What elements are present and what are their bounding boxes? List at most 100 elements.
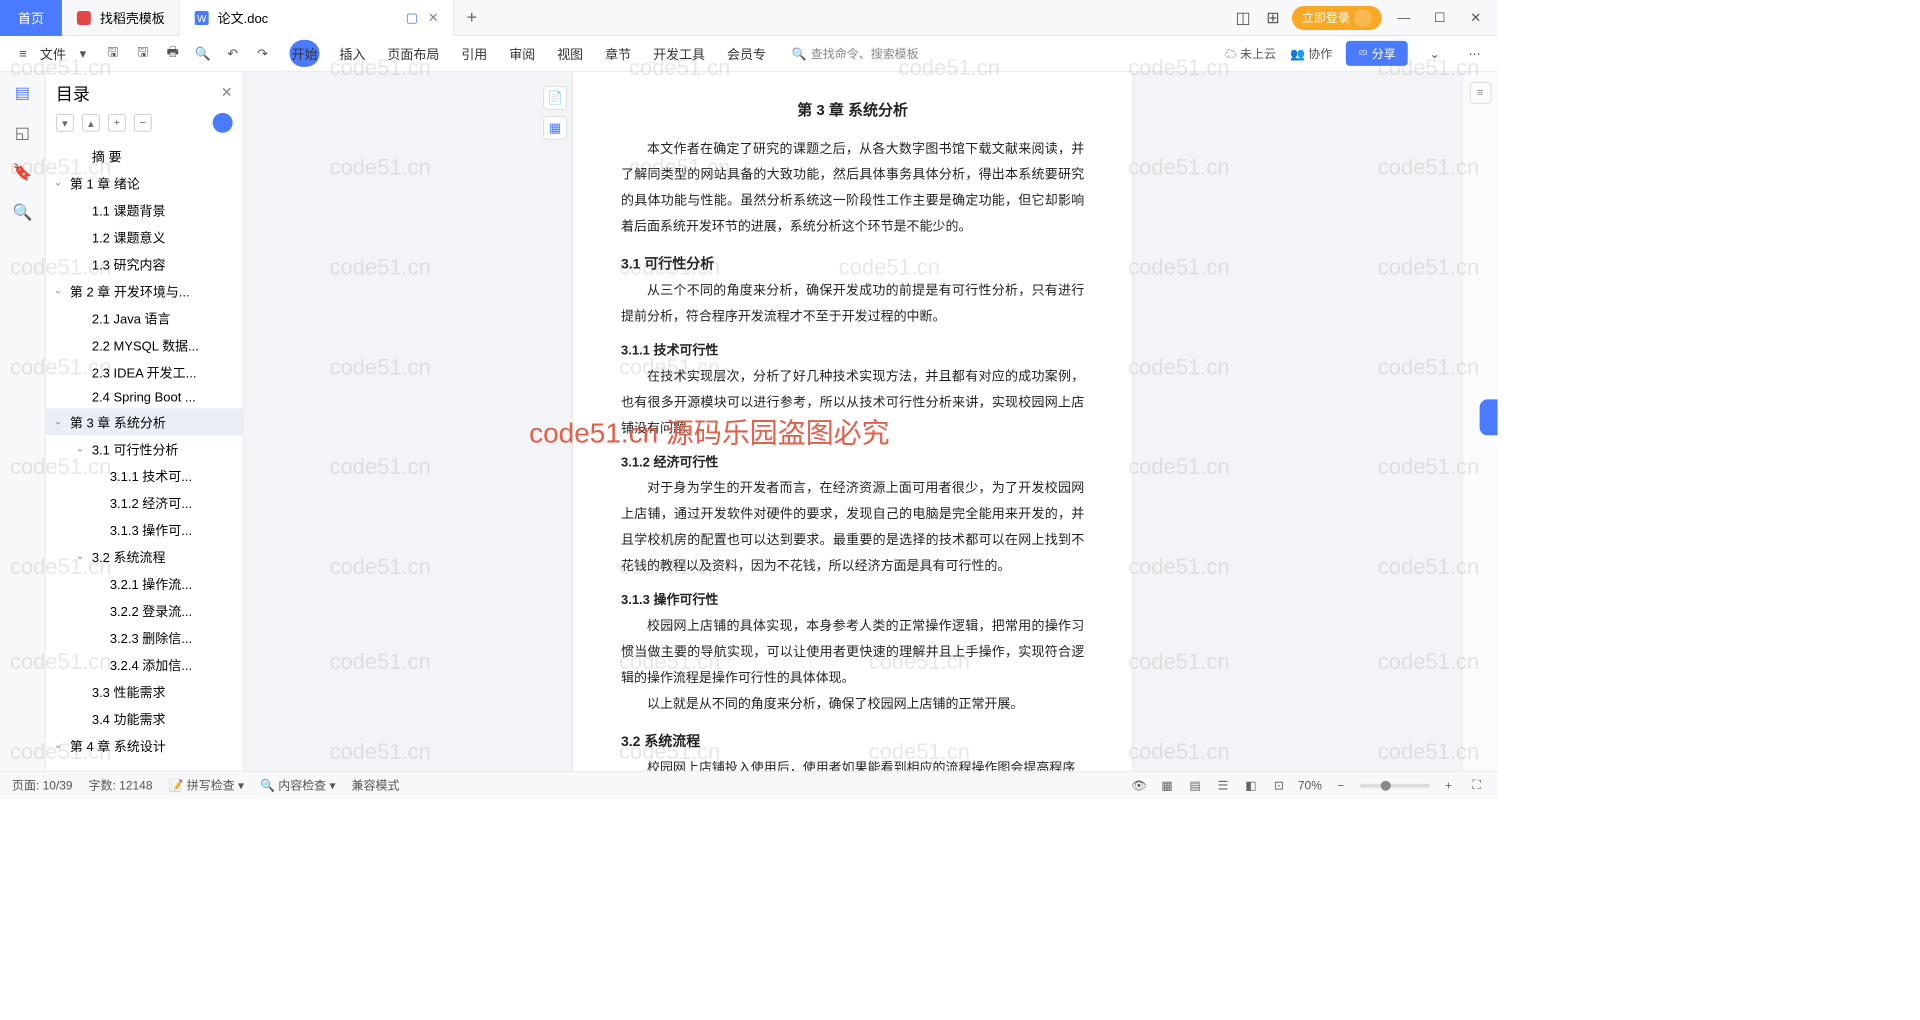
ribbon-reference[interactable]: 引用 xyxy=(459,40,489,67)
outline-item[interactable]: 3.1.2 经济可... xyxy=(46,489,243,516)
fullscreen-icon[interactable]: ⛶ xyxy=(1468,776,1486,794)
save-icon[interactable]: 🖫 xyxy=(100,40,126,66)
outline-item-label: 2.2 MYSQL 数据... xyxy=(92,335,199,354)
ribbon-review[interactable]: 审阅 xyxy=(507,40,537,67)
status-bar: 页面: 10/39 字数: 12148 📝 拼写检查 ▾ 🔍 内容检查 ▾ 兼容… xyxy=(0,771,1498,799)
outline-item[interactable]: 1.2 课题意义 xyxy=(46,224,243,251)
outline-item[interactable]: ⌄第 2 章 开发环境与... xyxy=(46,278,243,305)
tab-document[interactable]: W 论文.doc ▢ ✕ xyxy=(180,0,454,35)
close-window-button[interactable]: ✕ xyxy=(1462,9,1490,25)
view-mode4-icon[interactable]: ◧ xyxy=(1242,776,1260,794)
ribbon-insert[interactable]: 插入 xyxy=(337,40,367,67)
collab-button[interactable]: 👥 协作 xyxy=(1290,45,1332,62)
view-mode3-icon[interactable]: ☰ xyxy=(1214,776,1232,794)
cloud-status[interactable]: ☁ 未上云 xyxy=(1225,45,1276,62)
page-tool-icon[interactable]: 📄 xyxy=(543,86,567,110)
ribbon-devtools[interactable]: 开发工具 xyxy=(651,40,707,67)
save-as-icon[interactable]: 🖫 xyxy=(130,40,156,66)
nav-icon[interactable]: ◱ xyxy=(11,122,33,144)
zoom-level[interactable]: 70% xyxy=(1298,778,1322,792)
file-menu[interactable]: 文件 xyxy=(40,44,66,63)
fit-icon[interactable]: ⊡ xyxy=(1270,776,1288,794)
zoom-out-icon[interactable]: − xyxy=(1332,776,1350,794)
content-check[interactable]: 🔍 内容检查 ▾ xyxy=(260,777,336,794)
compat-mode[interactable]: 兼容模式 xyxy=(351,777,399,794)
outline-item[interactable]: 3.2.4 添加信... xyxy=(46,651,243,678)
document-area[interactable]: 📄 ▦ 第 3 章 系统分析 本文作者在确定了研究的课题之后，从各大数字图书馆下… xyxy=(244,72,1462,771)
outline-item[interactable]: 3.1.1 技术可... xyxy=(46,462,243,489)
layout-icon[interactable]: ◫ xyxy=(1232,6,1254,28)
expand-all-icon[interactable]: ▴ xyxy=(82,114,100,132)
remove-icon[interactable]: − xyxy=(134,114,152,132)
outline-item[interactable]: ⌄3.1 可行性分析 xyxy=(46,435,243,462)
apps-icon[interactable]: ⊞ xyxy=(1262,6,1284,28)
view-mode2-icon[interactable]: ▤ xyxy=(1186,776,1204,794)
outline-item-label: 3.2 系统流程 xyxy=(92,547,166,566)
outline-item[interactable]: 摘 要 xyxy=(46,143,243,170)
chevron-down-icon: ⌄ xyxy=(54,740,66,751)
tab-template[interactable]: 找稻壳模板 xyxy=(62,0,180,35)
toolbar-more-icon[interactable]: ⋯ xyxy=(1462,40,1488,66)
tab-window-icon[interactable]: ▢ xyxy=(404,9,420,25)
outline-item[interactable]: 1.1 课题背景 xyxy=(46,197,243,224)
outline-item[interactable]: 3.2.2 登录流... xyxy=(46,597,243,624)
outline-item[interactable]: 3.2.1 操作流... xyxy=(46,570,243,597)
outline-item[interactable]: ⌄第 3 章 系统分析 xyxy=(46,408,243,435)
menu-icon[interactable]: ≡ xyxy=(10,40,36,66)
page-number[interactable]: 页面: 10/39 xyxy=(12,777,73,794)
outline-item[interactable]: ⌄3.2 系统流程 xyxy=(46,543,243,570)
ribbon-start[interactable]: 开始 xyxy=(290,40,320,67)
bookmark-icon[interactable]: 🔖 xyxy=(11,162,33,184)
page-tool2-icon[interactable]: ▦ xyxy=(543,116,567,140)
outline-item[interactable]: 3.4 功能需求 xyxy=(46,705,243,732)
search-side-icon[interactable]: 🔍 xyxy=(11,202,33,224)
format-panel-icon[interactable]: ≡ xyxy=(1469,82,1491,104)
collapse-all-icon[interactable]: ▾ xyxy=(56,114,74,132)
outline-item-label: 第 1 章 绪论 xyxy=(70,174,140,193)
tab-home[interactable]: 首页 xyxy=(0,0,62,35)
spell-check[interactable]: 📝 拼写检查 ▾ xyxy=(168,777,244,794)
outline-item[interactable]: 2.2 MYSQL 数据... xyxy=(46,331,243,358)
chevron-down-icon: ⌄ xyxy=(54,286,66,297)
zoom-in-icon[interactable]: + xyxy=(1440,776,1458,794)
outline-item[interactable]: ⌄第 4 章 系统设计 xyxy=(46,732,243,759)
outline-item[interactable]: 2.1 Java 语言 xyxy=(46,305,243,332)
outline-item[interactable]: ⌄第 1 章 绪论 xyxy=(46,170,243,197)
ribbon-view[interactable]: 视图 xyxy=(555,40,585,67)
add-icon[interactable]: + xyxy=(108,114,126,132)
outline-item[interactable]: 1.3 研究内容 xyxy=(46,251,243,278)
assistant-icon[interactable] xyxy=(213,113,233,133)
zoom-slider[interactable] xyxy=(1360,783,1430,787)
word-count[interactable]: 字数: 12148 xyxy=(89,777,153,794)
share-button[interactable]: ⮹分享 xyxy=(1346,41,1408,66)
outline-item[interactable]: 3.3 性能需求 xyxy=(46,678,243,705)
tab-close-icon[interactable]: ✕ xyxy=(428,9,439,25)
outline-close-icon[interactable]: ✕ xyxy=(221,84,233,101)
dropdown-icon[interactable]: ▾ xyxy=(70,40,96,66)
preview-icon[interactable]: 🔍 xyxy=(190,40,216,66)
p-3-1-3b: 以上就是从不同的角度来分析，确保了校园网上店铺的正常开展。 xyxy=(621,691,1084,717)
ribbon-layout[interactable]: 页面布局 xyxy=(385,40,441,67)
toolbar-expand-icon[interactable]: ⌄ xyxy=(1422,40,1448,66)
right-tag[interactable] xyxy=(1480,399,1498,435)
outline-icon[interactable]: ▤ xyxy=(11,82,33,104)
outline-item[interactable]: 3.2.3 删除信... xyxy=(46,624,243,651)
toolbar: ≡ 文件 ▾ 🖫 🖫 🖶 🔍 ↶ ↷ 开始 插入 页面布局 引用 审阅 视图 章… xyxy=(0,36,1498,72)
collab-icon: 👥 xyxy=(1290,47,1305,61)
view-mode1-icon[interactable]: ▦ xyxy=(1158,776,1176,794)
maximize-button[interactable]: ☐ xyxy=(1426,9,1454,25)
undo-icon[interactable]: ↶ xyxy=(220,40,246,66)
redo-icon[interactable]: ↷ xyxy=(250,40,276,66)
command-search[interactable]: 🔍 查找命令、搜索模板 xyxy=(792,45,919,62)
eye-icon[interactable]: 👁 xyxy=(1130,776,1148,794)
outline-item[interactable]: 2.3 IDEA 开发工... xyxy=(46,358,243,385)
outline-item[interactable]: 2.4 Spring Boot ... xyxy=(46,385,243,408)
chevron-down-icon: ⌄ xyxy=(76,443,88,454)
login-button[interactable]: 立即登录 xyxy=(1292,5,1382,29)
new-tab-button[interactable]: + xyxy=(454,7,490,28)
print-icon[interactable]: 🖶 xyxy=(160,40,186,66)
ribbon-section[interactable]: 章节 xyxy=(603,40,633,67)
minimize-button[interactable]: — xyxy=(1390,10,1418,25)
ribbon-member[interactable]: 会员专 xyxy=(725,40,768,67)
outline-item[interactable]: 3.1.3 操作可... xyxy=(46,516,243,543)
